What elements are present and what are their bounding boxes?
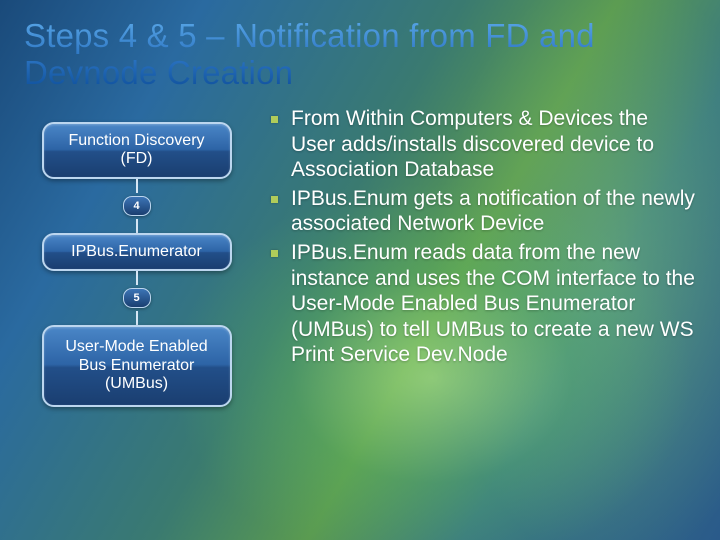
list-item: IPBus.Enum reads data from the new insta… bbox=[267, 240, 696, 368]
slide: Steps 4 & 5 – Notification from FD and D… bbox=[0, 0, 720, 540]
bullet-text: From Within Computers & Devices the User… bbox=[291, 107, 654, 181]
diagram-connector: 5 bbox=[123, 271, 151, 325]
diagram-node-label: Function Discovery (FD) bbox=[54, 132, 220, 169]
bullet-text: IPBus.Enum gets a notification of the ne… bbox=[291, 187, 695, 236]
step-badge-5: 5 bbox=[123, 288, 151, 308]
connector-line bbox=[136, 179, 138, 193]
list-item: From Within Computers & Devices the User… bbox=[267, 106, 696, 183]
diagram-node-fd: Function Discovery (FD) bbox=[42, 122, 232, 179]
diagram-node-ipbus: IPBus.Enumerator bbox=[42, 233, 232, 271]
diagram-connector: 4 bbox=[123, 179, 151, 233]
connector-line bbox=[136, 271, 138, 285]
diagram-node-label: IPBus.Enumerator bbox=[71, 243, 202, 261]
flow-diagram: Function Discovery (FD) 4 IPBus.Enumerat… bbox=[24, 104, 249, 520]
bullet-text: IPBus.Enum reads data from the new insta… bbox=[291, 241, 695, 366]
diagram-node-umbus: User-Mode Enabled Bus Enumerator (UMBus) bbox=[42, 325, 232, 407]
connector-line bbox=[136, 219, 138, 233]
list-item: IPBus.Enum gets a notification of the ne… bbox=[267, 186, 696, 237]
connector-line bbox=[136, 311, 138, 325]
bullet-list: From Within Computers & Devices the User… bbox=[267, 104, 696, 520]
diagram-node-label: User-Mode Enabled Bus Enumerator (UMBus) bbox=[54, 338, 220, 393]
slide-title: Steps 4 & 5 – Notification from FD and D… bbox=[24, 18, 696, 92]
step-badge-4: 4 bbox=[123, 196, 151, 216]
slide-content: Function Discovery (FD) 4 IPBus.Enumerat… bbox=[24, 104, 696, 520]
